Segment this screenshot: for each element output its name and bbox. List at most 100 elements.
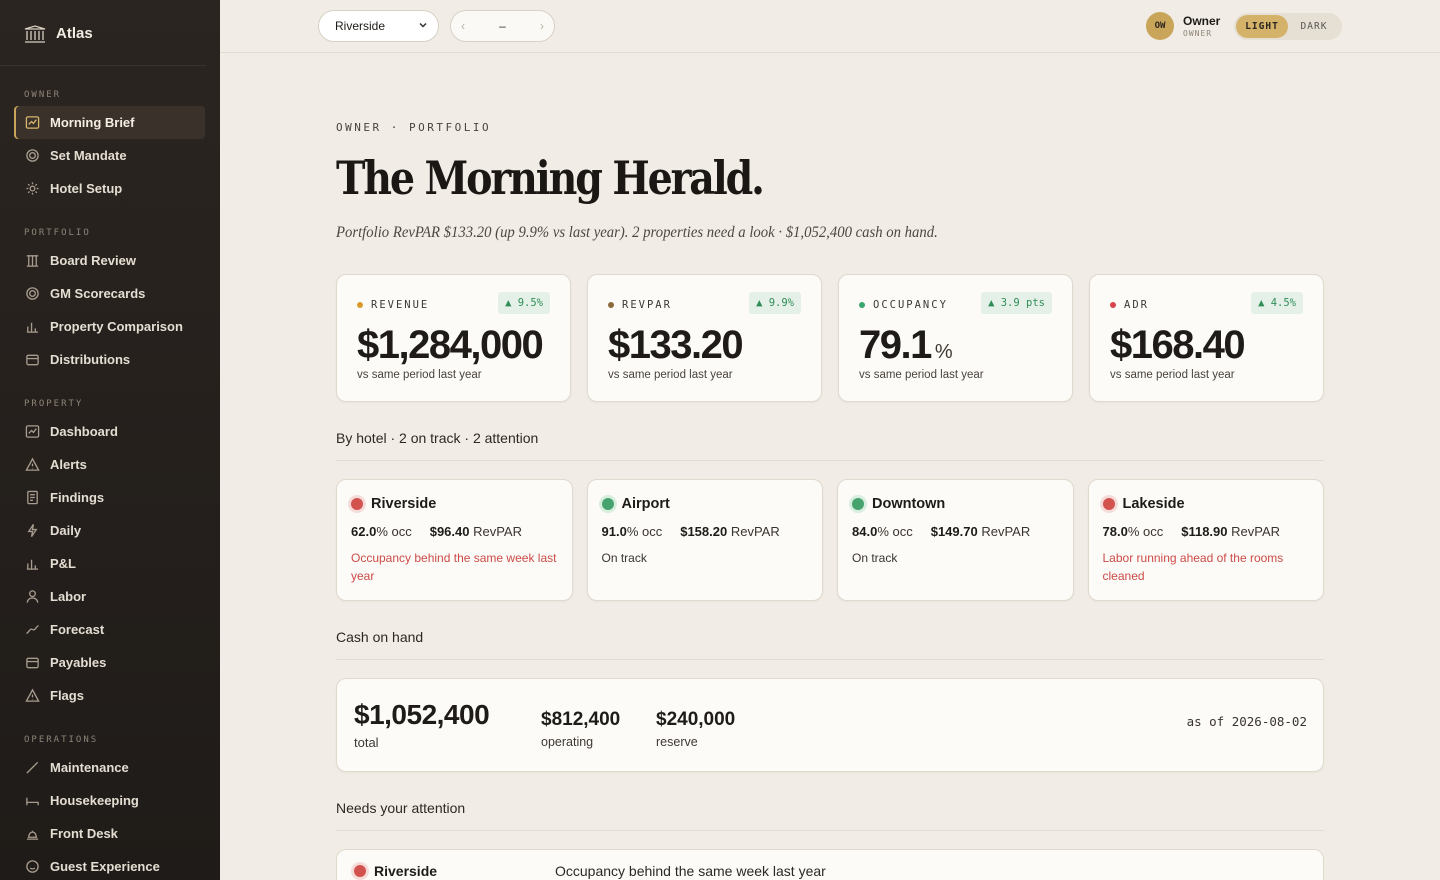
hotel-occupancy: 91.0% occ — [602, 524, 663, 539]
sidebar-item-gm-scorecards[interactable]: GM Scorecards — [14, 277, 205, 310]
date-next-button[interactable]: › — [540, 19, 544, 33]
hotel-name-text: Airport — [621, 496, 670, 512]
status-dot-icon — [351, 498, 363, 510]
person-icon — [24, 589, 40, 605]
attention-item[interactable]: Riverside Occupancy behind the same week… — [336, 849, 1324, 880]
sidebar-item-daily[interactable]: Daily — [14, 514, 205, 547]
sidebar-item-alerts[interactable]: Alerts — [14, 448, 205, 481]
kpi-delta-badge: ▲ 9.9% — [749, 292, 801, 314]
sidebar-item-distributions[interactable]: Distributions — [14, 343, 205, 376]
hotel-revpar-value: $158.20 — [680, 524, 728, 539]
hotel-name: Lakeside — [1102, 496, 1310, 512]
theme-light-button[interactable]: LIGHT — [1236, 15, 1288, 38]
hotel-select-value: Riverside — [335, 19, 386, 33]
cash-total-label: total — [354, 735, 379, 750]
page-title: The Morning Herald. — [336, 151, 765, 205]
hotel-revpar-suffix: RevPAR — [730, 524, 780, 539]
bar-chart-icon — [24, 556, 40, 572]
kpi-delta-badge: ▲ 9.5% — [498, 292, 550, 314]
user-name: Owner — [1183, 13, 1221, 28]
sidebar-item-label: Findings — [50, 490, 105, 505]
kpi-value-number: 79.1 — [859, 323, 932, 367]
sidebar-item-label: Dashboard — [50, 424, 118, 439]
kpi-dot-icon — [608, 302, 614, 308]
kpi-label-text: ADR — [1124, 299, 1149, 311]
kpi-delta-badge: ▲ 3.9 pts — [981, 292, 1052, 314]
sidebar-item-forecast[interactable]: Forecast — [14, 613, 205, 646]
user-menu[interactable]: OW Owner OWNER — [1146, 12, 1220, 40]
target-icon — [24, 286, 40, 302]
hotel-card-riverside[interactable]: Riverside 62.0% occ $96.40 RevPAR Occupa… — [336, 479, 573, 601]
sidebar-item-morning-brief[interactable]: Morning Brief — [14, 106, 205, 139]
kpi-card-revpar[interactable]: REVPAR ▲ 9.9% $133.20 vs same period las… — [587, 274, 822, 402]
hotel-revpar-suffix: RevPAR — [1231, 524, 1281, 539]
hotel-occupancy: 78.0% occ — [1103, 524, 1164, 539]
hotel-occupancy: 62.0% occ — [351, 524, 412, 539]
kpi-dot-icon — [859, 302, 865, 308]
kpi-value-number: $1,284,000 — [357, 323, 544, 367]
topbar: Riverside ‹ – › OW Owner OWNER LIGHT DAR… — [220, 0, 1440, 53]
kpi-card-revenue[interactable]: REVENUE ▲ 9.5% $1,284,000 vs same period… — [336, 274, 571, 402]
status-dot-icon — [601, 498, 614, 510]
attention-hotel: Riverside — [354, 863, 437, 879]
hotel-card-lakeside[interactable]: Lakeside 78.0% occ $118.90 RevPAR Labor … — [1087, 479, 1324, 601]
hotel-note: On track — [852, 551, 898, 565]
hotel-name-text: Downtown — [872, 496, 946, 512]
kpi-subtext: vs same period last year — [608, 369, 733, 381]
kpi-label-text: REVENUE — [371, 299, 430, 311]
wallet-icon — [24, 352, 40, 368]
cash-operating: $812,400 operating — [541, 709, 620, 749]
by-hotel-title: By hotel · 2 on track · 2 attention — [336, 430, 1324, 461]
kpi-value-number: $168.40 — [1110, 323, 1246, 367]
sidebar-item-guest-experience[interactable]: Guest Experience — [14, 850, 205, 880]
sidebar-item-board-review[interactable]: Board Review — [14, 244, 205, 277]
sidebar-item-property-comparison[interactable]: Property Comparison — [14, 310, 205, 343]
hotel-occupancy-suffix: % occ — [877, 524, 913, 539]
brand[interactable]: Atlas — [0, 0, 206, 66]
sidebar-item-dashboard[interactable]: Dashboard — [14, 415, 205, 448]
sidebar-item-housekeeping[interactable]: Housekeeping — [14, 784, 205, 817]
hotel-cards: Riverside 62.0% occ $96.40 RevPAR Occupa… — [336, 479, 1324, 601]
date-prev-button[interactable]: ‹ — [461, 19, 465, 33]
hotel-revpar: $96.40 RevPAR — [430, 524, 522, 539]
kpi-card-adr[interactable]: ADR ▲ 4.5% $168.40 vs same period last y… — [1089, 274, 1324, 402]
sidebar-item-labor[interactable]: Labor — [14, 580, 205, 613]
sidebar-item-front-desk[interactable]: Front Desk — [14, 817, 205, 850]
hotel-revpar-suffix: RevPAR — [473, 524, 522, 539]
hotel-occupancy-value: 91.0 — [601, 524, 627, 539]
hotel-occupancy: 84.0% occ — [852, 524, 913, 539]
bed-icon — [24, 793, 40, 809]
hotel-note: Occupancy behind the same week last year — [351, 551, 557, 583]
sidebar-item-label: P&L — [50, 556, 76, 571]
sidebar-item-payables[interactable]: Payables — [14, 646, 205, 679]
brand-name: Atlas — [56, 25, 93, 42]
sidebar-item-set-mandate[interactable]: Set Mandate — [14, 139, 205, 172]
sidebar-item-hotel-setup[interactable]: Hotel Setup — [14, 172, 205, 205]
page-subtitle: Portfolio RevPAR $133.20 (up 9.9% vs las… — [336, 224, 938, 241]
sidebar-section-operations: OPERATIONS — [24, 735, 99, 745]
hotel-card-downtown[interactable]: Downtown 84.0% occ $149.70 RevPAR On tra… — [837, 479, 1074, 601]
sidebar-item-label: Board Review — [50, 253, 136, 268]
cash-total-value: $1,052,400 — [354, 699, 490, 730]
sidebar-item-label: Distributions — [50, 352, 131, 367]
kpi-subtext: vs same period last year — [357, 369, 482, 381]
sidebar-item-findings[interactable]: Findings — [14, 481, 205, 514]
sidebar-item-pandl[interactable]: P&L — [14, 547, 205, 580]
sidebar-item-label: Maintenance — [50, 760, 129, 775]
cash-reserve-value: $240,000 — [656, 709, 736, 730]
building-columns-icon — [24, 24, 46, 43]
gear-icon — [24, 181, 40, 197]
attention-title: Needs your attention — [336, 800, 1324, 831]
kpi-card-occupancy[interactable]: OCCUPANCY ▲ 3.9 pts 79.1% vs same period… — [838, 274, 1073, 402]
sidebar-item-maintenance[interactable]: Maintenance — [14, 751, 205, 784]
hotel-name-text: Riverside — [371, 496, 437, 512]
theme-dark-button[interactable]: DARK — [1288, 15, 1340, 38]
kpi-value: $168.40 — [1110, 323, 1303, 368]
sidebar-item-flags[interactable]: Flags — [14, 679, 205, 712]
kpi-dot-icon — [1110, 302, 1116, 308]
hotel-card-airport[interactable]: Airport 91.0% occ $158.20 RevPAR On trac… — [586, 479, 823, 601]
status-dot-icon — [1102, 498, 1115, 510]
hotel-select[interactable]: Riverside — [318, 10, 439, 42]
sidebar-nav: OWNER Morning Brief Set Mandate Hotel Setup… — [0, 90, 220, 880]
kpi-label-text: OCCUPANCY — [873, 299, 948, 311]
